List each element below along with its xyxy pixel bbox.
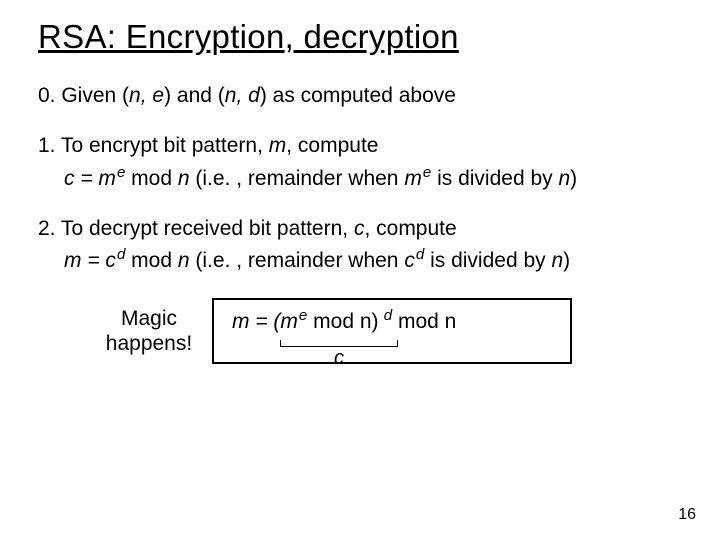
page-number: 16 — [678, 506, 696, 524]
t: (i.e. , remainder when — [190, 167, 405, 190]
t: mod — [125, 249, 178, 272]
t: ) as computed above — [260, 84, 456, 107]
t: n — [178, 249, 190, 272]
t: ) — [570, 167, 577, 190]
t: mod n — [392, 310, 456, 333]
brace-bar — [280, 340, 398, 347]
t: , compute — [364, 217, 456, 240]
step-2: 2. To decrypt received bit pattern, c, c… — [38, 215, 682, 276]
magic-equation-box: m = (me mod n) d mod n c — [212, 298, 572, 364]
t: n, e — [129, 84, 164, 107]
exp-e: e — [422, 164, 431, 181]
step1-formula: c = me mod n (i.e. , remainder when me i… — [64, 165, 682, 193]
magic-row: Magic happens! m = (me mod n) d mod n c — [98, 298, 638, 364]
t: To encrypt bit pattern, — [56, 134, 269, 157]
step-1: 1. To encrypt bit pattern, m, compute c … — [38, 132, 682, 193]
t: (i.e. , remainder when — [190, 249, 405, 272]
t: n — [551, 249, 563, 272]
step1-num: 1. — [38, 134, 56, 157]
t: n — [558, 167, 570, 190]
t: is divided by — [431, 167, 558, 190]
t: mod n) — [307, 310, 378, 333]
t: , compute — [286, 134, 378, 157]
exp-d: d — [116, 246, 125, 263]
t: n, d — [225, 84, 260, 107]
exp-d: d — [379, 307, 393, 324]
exp-d: d — [415, 246, 424, 263]
t: n — [178, 167, 190, 190]
t: m — [404, 167, 422, 190]
step2-num: 2. — [38, 217, 56, 240]
t: m = (m — [232, 310, 298, 333]
brace-label: c — [334, 347, 344, 369]
exp-e: e — [116, 164, 125, 181]
t: c = m — [64, 167, 116, 190]
t: Given ( — [56, 84, 130, 107]
step2-formula: m = cd mod n (i.e. , remainder when cd i… — [64, 247, 682, 275]
underbrace: c — [280, 340, 398, 370]
t: is divided by — [424, 249, 551, 272]
t: happens! — [106, 332, 192, 355]
t: mod — [125, 167, 178, 190]
t: To decrypt received bit pattern, — [56, 217, 354, 240]
t: m — [269, 134, 287, 157]
t: c — [404, 249, 415, 272]
t: ) and ( — [164, 84, 225, 107]
t: ) — [563, 249, 570, 272]
t: c — [354, 217, 365, 240]
step0-num: 0. — [38, 84, 56, 107]
exp-e: e — [298, 307, 307, 324]
t: Magic — [121, 307, 177, 330]
magic-label: Magic happens! — [98, 306, 200, 356]
slide-title: RSA: Encryption, decryption — [38, 18, 682, 56]
t: m = c — [64, 249, 116, 272]
step-0: 0. Given (n, e) and (n, d) as computed a… — [38, 82, 682, 110]
